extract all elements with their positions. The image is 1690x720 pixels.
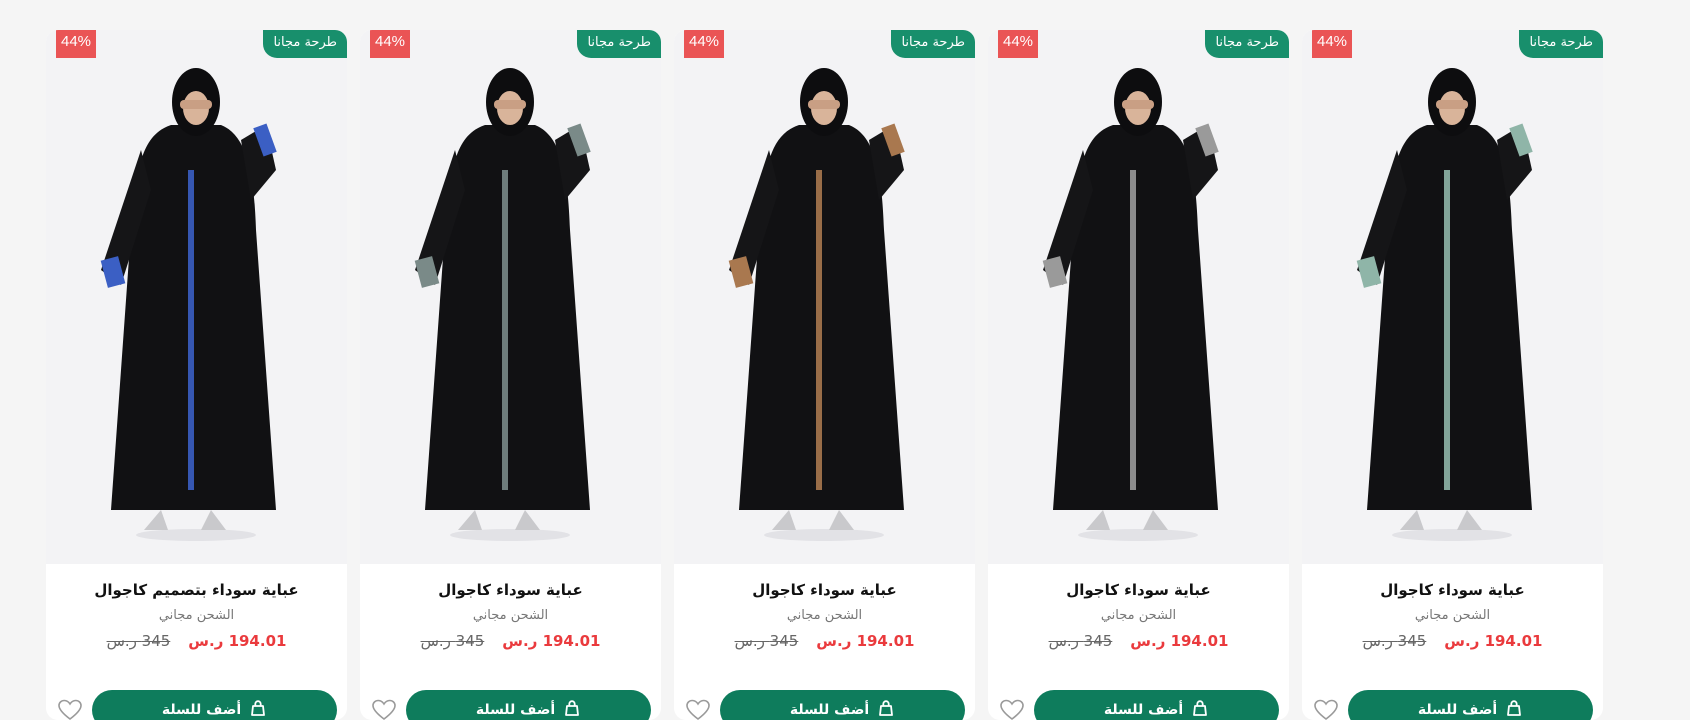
shoe-right [515,510,540,530]
shoe-left [144,510,168,530]
floor-shadow [764,529,884,541]
original-price: 345 ر.س [1048,632,1113,650]
add-to-cart-label: أضف للسلة [1417,702,1498,718]
free-scarf-badge: طرحة مجانا [1205,30,1289,58]
bag-icon [877,699,895,720]
heart-icon[interactable] [56,696,84,720]
sale-price: 194.01 ر.س [816,632,915,650]
bag-icon [1505,699,1523,720]
shoe-right [1143,510,1168,530]
shoe-right [1457,510,1482,530]
front-trim [1130,170,1136,490]
floor-shadow [450,529,570,541]
shipping-label: الشحن مجاني [158,608,235,623]
front-trim [816,170,822,490]
product-grid: 44% طرحة مجانا عباية سوداء بتصميم كاجوال… [46,30,1603,720]
add-to-cart-label: أضف للسلة [161,702,242,718]
floor-shadow [136,529,256,541]
shipping-label: الشحن مجاني [1414,608,1491,623]
product-title[interactable]: عباية سوداء كاجوال [360,580,661,600]
price-row: 194.01 ر.س 345 ر.س [46,631,347,651]
hand-over-eyes [180,100,212,109]
sale-price: 194.01 ر.س [1130,632,1229,650]
product-image[interactable]: 44% طرحة مجانا [46,30,347,564]
front-trim [1444,170,1450,490]
bag-icon [1191,699,1209,720]
add-to-cart-button[interactable]: أضف للسلة [1034,690,1279,720]
product-card[interactable]: 44% طرحة مجانا عباية سوداء كاجوال الشحن … [988,30,1289,720]
discount-badge: 44% [998,30,1039,58]
shipping-label: الشحن مجاني [786,608,863,623]
discount-badge: 44% [56,30,97,58]
add-to-cart-button[interactable]: أضف للسلة [92,690,337,720]
product-image[interactable]: 44% طرحة مجانا [674,30,975,564]
price-row: 194.01 ر.س 345 ر.س [1302,631,1603,651]
shoe-left [772,510,796,530]
heart-icon[interactable] [370,696,398,720]
price-row: 194.01 ر.س 345 ر.س [360,631,661,651]
shoe-right [829,510,854,530]
free-scarf-badge: طرحة مجانا [1519,30,1603,58]
heart-icon[interactable] [1312,696,1340,720]
hand-over-eyes [1436,100,1468,109]
price-row: 194.01 ر.س 345 ر.س [988,631,1289,651]
heart-icon[interactable] [684,696,712,720]
abaya-photo [728,68,905,541]
original-price: 345 ر.س [106,632,171,650]
discount-badge: 44% [1312,30,1353,58]
product-title[interactable]: عباية سوداء كاجوال [988,580,1289,600]
product-image[interactable]: 44% طرحة مجانا [988,30,1289,564]
hand-over-eyes [808,100,840,109]
original-price: 345 ر.س [420,632,485,650]
product-card[interactable]: 44% طرحة مجانا عباية سوداء كاجوال الشحن … [674,30,975,720]
product-image[interactable]: 44% طرحة مجانا [360,30,661,564]
heart-icon[interactable] [998,696,1026,720]
product-card[interactable]: 44% طرحة مجانا عباية سوداء كاجوال الشحن … [1302,30,1603,720]
bag-icon [249,699,267,720]
product-card[interactable]: 44% طرحة مجانا عباية سوداء كاجوال الشحن … [360,30,661,720]
abaya-photo [1356,68,1533,541]
sale-price: 194.01 ر.س [1444,632,1543,650]
floor-shadow [1392,529,1512,541]
original-price: 345 ر.س [734,632,799,650]
add-to-cart-button[interactable]: أضف للسلة [720,690,965,720]
sale-price: 194.01 ر.س [502,632,601,650]
shoe-left [1400,510,1424,530]
shoe-left [1086,510,1110,530]
add-to-cart-button[interactable]: أضف للسلة [406,690,651,720]
shoe-right [201,510,226,530]
front-trim [188,170,194,490]
free-scarf-badge: طرحة مجانا [263,30,347,58]
discount-badge: 44% [684,30,725,58]
product-card[interactable]: 44% طرحة مجانا عباية سوداء بتصميم كاجوال… [46,30,347,720]
product-title[interactable]: عباية سوداء بتصميم كاجوال [46,580,347,600]
bag-icon [563,699,581,720]
product-title[interactable]: عباية سوداء كاجوال [1302,580,1603,600]
discount-badge: 44% [370,30,411,58]
shipping-label: الشحن مجاني [1100,608,1177,623]
product-image[interactable]: 44% طرحة مجانا [1302,30,1603,564]
front-trim [502,170,508,490]
hand-over-eyes [1122,100,1154,109]
shoe-left [458,510,482,530]
abaya-photo [1042,68,1219,541]
abaya-photo [100,68,277,541]
original-price: 345 ر.س [1362,632,1427,650]
add-to-cart-label: أضف للسلة [789,702,870,718]
free-scarf-badge: طرحة مجانا [891,30,975,58]
add-to-cart-button[interactable]: أضف للسلة [1348,690,1593,720]
abaya-photo [414,68,591,541]
hand-over-eyes [494,100,526,109]
price-row: 194.01 ر.س 345 ر.س [674,631,975,651]
free-scarf-badge: طرحة مجانا [577,30,661,58]
product-title[interactable]: عباية سوداء كاجوال [674,580,975,600]
sale-price: 194.01 ر.س [188,632,287,650]
shipping-label: الشحن مجاني [472,608,549,623]
floor-shadow [1078,529,1198,541]
add-to-cart-label: أضف للسلة [1103,702,1184,718]
add-to-cart-label: أضف للسلة [475,702,556,718]
